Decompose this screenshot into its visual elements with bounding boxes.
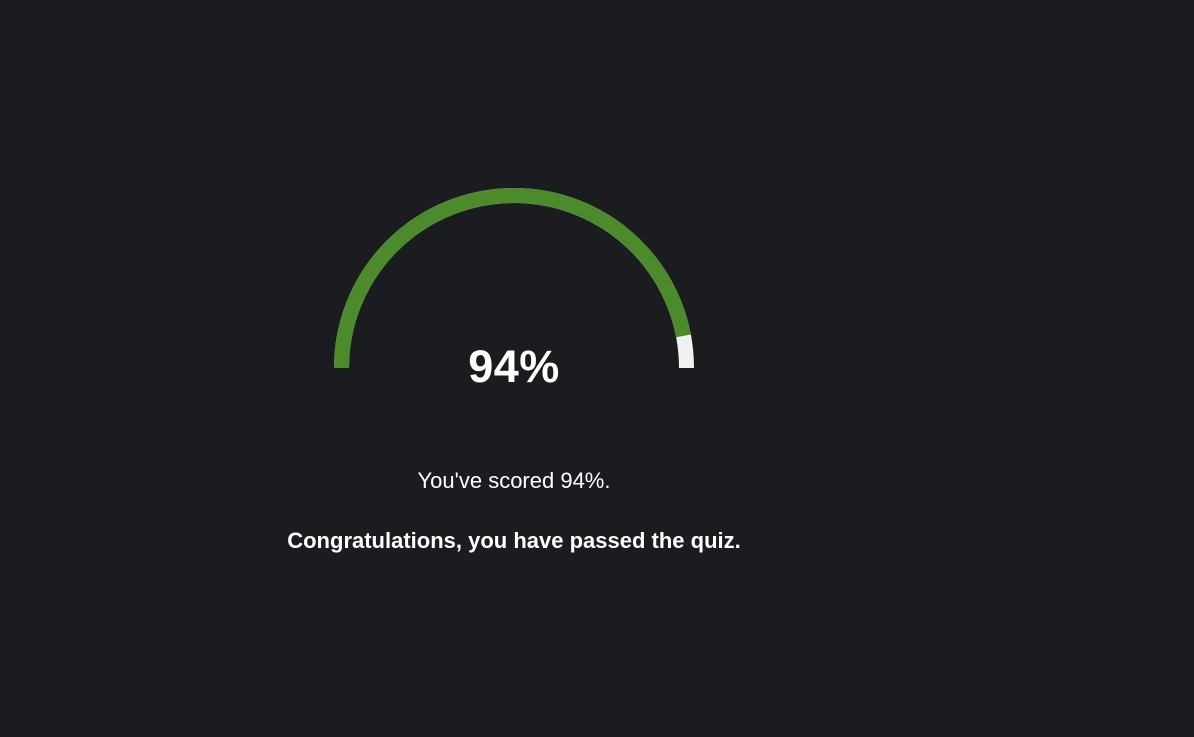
pass-message: Congratulations, you have passed the qui… [287,528,741,553]
score-percentage: 94% [468,341,560,392]
score-message: You've scored 94%. [417,468,611,493]
quiz-results-screen: 94% You've scored 94%. Congratulations, … [0,0,1194,737]
